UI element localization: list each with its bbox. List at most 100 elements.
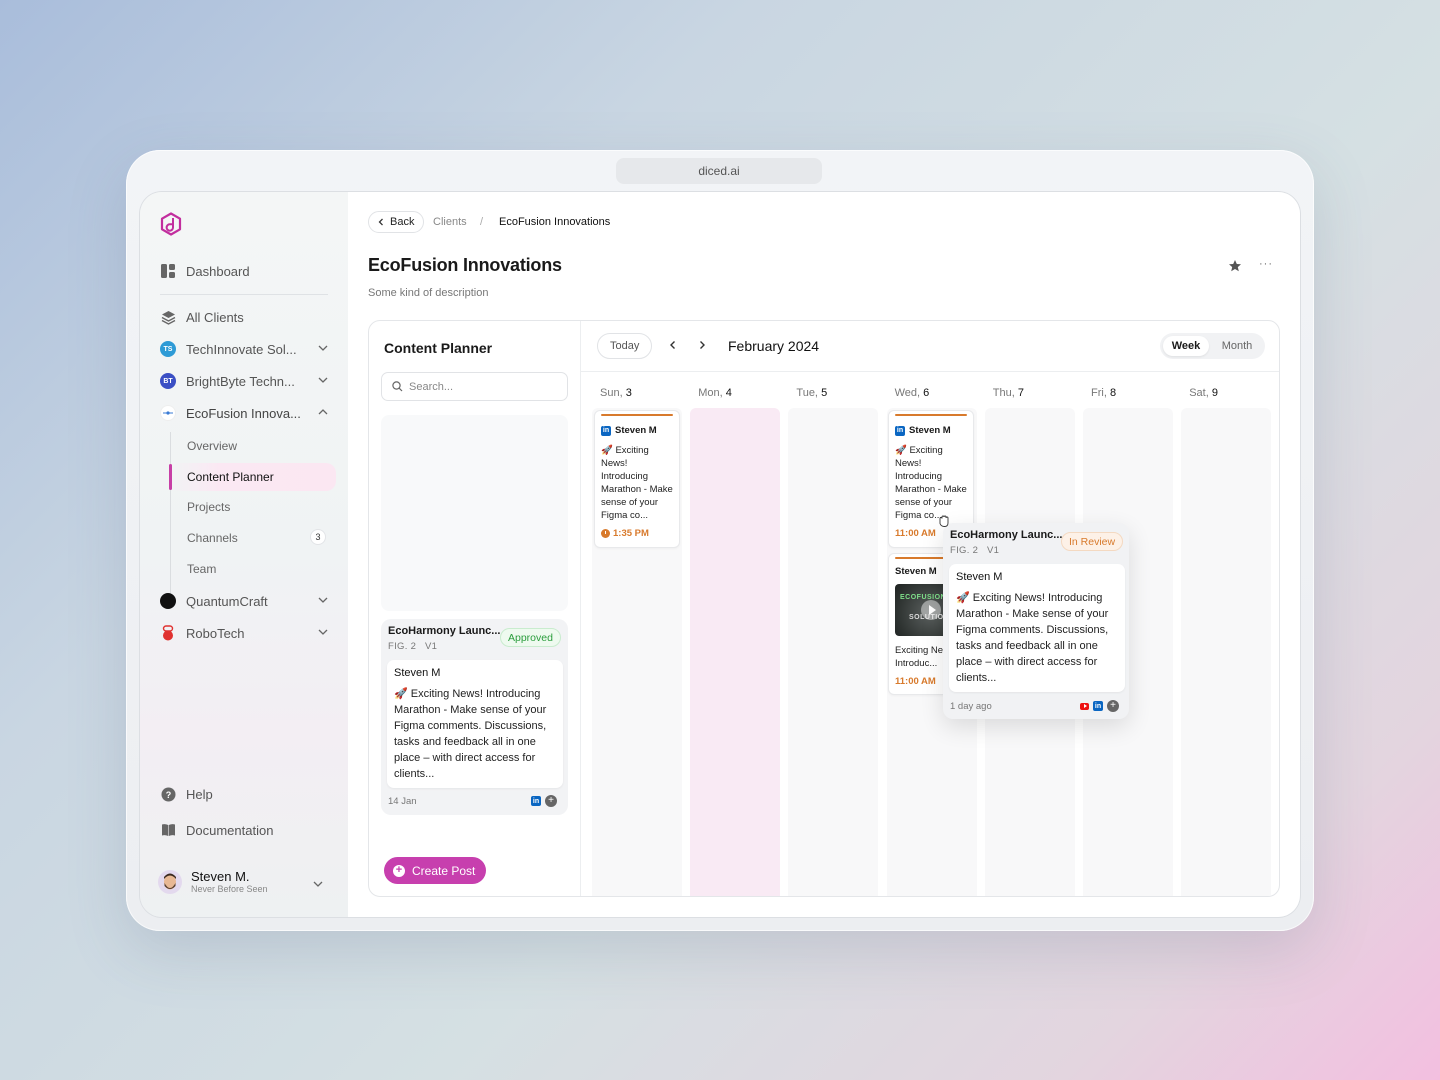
content-planner: Content Planner Search... EcoHarmony Lau… — [368, 320, 1280, 897]
subnav-team[interactable]: Team — [187, 559, 216, 579]
dragging-post-card[interactable]: EcoHarmony Launc... FIG. 2 V1 In Review … — [943, 523, 1129, 719]
client-name: TechInnovate Sol... — [186, 341, 297, 357]
play-icon — [921, 600, 941, 620]
back-button[interactable]: Back — [368, 211, 425, 233]
add-channel-icon[interactable]: + — [1107, 700, 1119, 712]
star-icon[interactable] — [1228, 259, 1242, 273]
linkedin-icon: in — [1093, 701, 1103, 711]
subnav-overview[interactable]: Overview — [187, 436, 237, 456]
user-subtitle: Never Before Seen — [191, 884, 268, 894]
calendar-header: Today February 2024 Week Month — [581, 321, 1279, 372]
subnav-content-planner[interactable]: Content Planner — [187, 467, 274, 487]
linkedin-icon: in — [531, 796, 541, 806]
chevron-right-icon[interactable] — [696, 339, 708, 351]
post-title: EcoHarmony Launc... — [388, 625, 501, 637]
user-name: Steven M. — [191, 869, 250, 884]
youtube-icon — [1080, 702, 1089, 710]
sidebar-item-label: All Clients — [186, 309, 244, 325]
linkedin-icon: in — [601, 425, 611, 436]
month-view-button[interactable]: Month — [1212, 336, 1262, 356]
create-post-button[interactable]: + Create Post — [384, 857, 487, 884]
sidebar-item-label: Documentation — [186, 822, 274, 838]
post-preview: Steven M 🚀 Exciting News! Introducing Ma… — [949, 564, 1125, 692]
page-title: EcoFusion Innovations — [368, 255, 562, 275]
chevron-down-icon[interactable] — [316, 625, 330, 639]
event-status-bar — [895, 414, 967, 416]
chevron-down-icon[interactable] — [316, 341, 330, 355]
search-placeholder: Search... — [409, 380, 454, 393]
week-view-button[interactable]: Week — [1163, 336, 1209, 356]
sidebar-client-brightbyte[interactable]: BT BrightByte Techn... — [160, 369, 330, 393]
sidebar-client-robotech[interactable]: RoboTech — [160, 621, 330, 645]
day-column[interactable] — [690, 408, 781, 896]
subnav-projects[interactable]: Projects — [187, 497, 230, 517]
dashboard-icon — [160, 263, 176, 279]
sidebar-item-documentation[interactable]: Documentation — [160, 818, 330, 842]
grab-hand-cursor-icon — [939, 515, 949, 527]
sidebar-item-help[interactable]: ? Help — [160, 782, 330, 806]
day-header: Wed, 6 — [894, 387, 930, 399]
chevron-left-icon — [378, 218, 383, 226]
panel-title: Content Planner — [384, 340, 493, 356]
clock-icon — [601, 529, 610, 538]
user-menu[interactable]: Steven M. Never Before Seen — [158, 870, 268, 894]
day-header: Thu, 7 — [992, 387, 1024, 399]
chevron-down-icon[interactable] — [316, 373, 330, 387]
help-icon: ? — [160, 786, 176, 802]
chevron-down-icon[interactable] — [316, 593, 330, 607]
drop-slot — [381, 415, 568, 611]
sidebar-item-label: Help — [186, 786, 213, 802]
chevron-down-icon[interactable] — [311, 877, 325, 891]
day-column[interactable] — [788, 408, 879, 896]
post-title: EcoHarmony Launc... — [950, 529, 1063, 541]
event-status-bar — [601, 414, 673, 416]
post-meta: FIG. 2 V1 — [388, 641, 438, 652]
subnav-channels[interactable]: Channels — [187, 528, 238, 548]
search-input[interactable]: Search... — [381, 372, 568, 401]
event-time: 11:00 AM — [895, 528, 936, 539]
event-time: 11:00 AM — [895, 676, 936, 687]
breadcrumb-current: EcoFusion Innovations — [499, 216, 611, 228]
layers-icon — [160, 309, 176, 325]
sidebar: Dashboard All Clients TS TechInnovate So… — [140, 192, 348, 917]
day-column[interactable] — [1181, 408, 1272, 896]
client-name: EcoFusion Innova... — [186, 405, 301, 421]
sidebar-item-all-clients[interactable]: All Clients — [160, 305, 330, 329]
sidebar-client-ecofusion[interactable]: EcoFusion Innova... — [160, 401, 330, 425]
backlog-post-card[interactable]: EcoHarmony Launc... FIG. 2 V1 Approved S… — [381, 619, 568, 815]
create-post-label: Create Post — [412, 863, 476, 878]
chevron-up-icon[interactable] — [316, 405, 330, 419]
calendar-event[interactable]: in Steven M 🚀 Exciting News! Introducing … — [594, 410, 680, 548]
post-text: 🚀 Exciting News! Introducing Marathon - … — [394, 688, 547, 780]
add-channel-icon[interactable]: + — [545, 795, 557, 807]
chevron-left-icon[interactable] — [667, 339, 679, 351]
client-name: RoboTech — [186, 625, 245, 641]
app-window: Dashboard All Clients TS TechInnovate So… — [140, 192, 1300, 917]
post-author: Steven M — [394, 667, 441, 679]
post-date: 1 day ago — [950, 701, 992, 712]
day-header: Tue, 5 — [796, 387, 828, 399]
quantumcraft-logo-icon — [160, 593, 176, 609]
day-header: Sun, 3 — [600, 387, 632, 399]
sidebar-client-techinnovate[interactable]: TS TechInnovate Sol... — [160, 337, 330, 361]
sidebar-item-dashboard[interactable]: Dashboard — [160, 259, 330, 283]
sidebar-client-quantumcraft[interactable]: QuantumCraft — [160, 589, 330, 613]
avatar — [158, 870, 182, 894]
backlog-panel: Content Planner Search... EcoHarmony Lau… — [369, 321, 581, 896]
day-header: Mon, 4 — [698, 387, 732, 399]
subnav-line — [170, 432, 171, 597]
post-text: 🚀 Exciting News! Introducing Marathon - … — [956, 592, 1109, 684]
main-content: Back Clients / EcoFusion Innovations Eco… — [348, 192, 1300, 917]
breadcrumb-separator: / — [480, 216, 484, 228]
device-frame: diced.ai Dashboard All Clients TS TechIn… — [126, 150, 1314, 931]
breadcrumb-clients[interactable]: Clients — [433, 216, 467, 228]
sidebar-divider — [160, 294, 328, 295]
post-author: Steven M — [956, 571, 1003, 583]
more-options-button[interactable]: ··· — [1259, 258, 1273, 270]
today-button[interactable]: Today — [597, 333, 653, 359]
diced-logo-icon[interactable] — [160, 212, 182, 236]
status-badge: In Review — [1061, 532, 1124, 551]
client-name: BrightByte Techn... — [186, 373, 295, 389]
url-bar[interactable]: diced.ai — [616, 158, 822, 184]
client-name: QuantumCraft — [186, 593, 268, 609]
